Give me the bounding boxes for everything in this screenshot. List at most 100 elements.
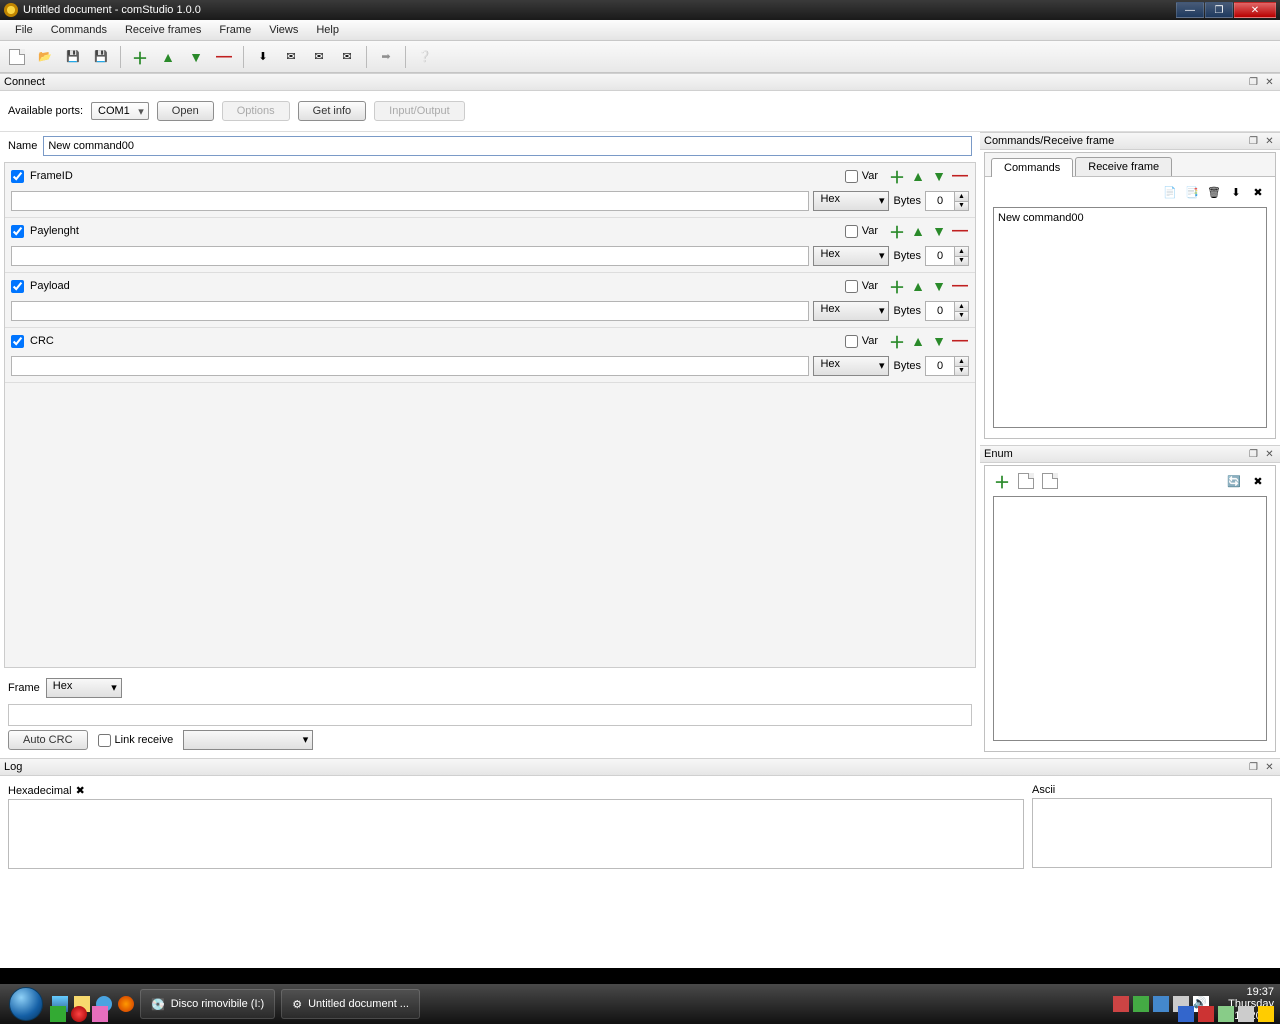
taskbar-item-comstudio[interactable]: ⚙ Untitled document ...	[281, 989, 420, 1019]
name-input[interactable]	[43, 136, 972, 156]
tray-extra-icon[interactable]	[1238, 1006, 1254, 1022]
ql-icon[interactable]	[92, 1006, 108, 1022]
tray-extra-icon[interactable]	[1198, 1006, 1214, 1022]
list-item[interactable]: New command00	[998, 212, 1262, 224]
mail-out-icon[interactable]: ✉	[280, 46, 302, 68]
field-value-input[interactable]	[11, 356, 809, 376]
field-remove-icon[interactable]: —	[951, 222, 969, 240]
ql-icon[interactable]	[71, 1006, 87, 1022]
panel-close-icon[interactable]: ✕	[1263, 448, 1276, 461]
menu-frame[interactable]: Frame	[210, 22, 260, 38]
bytes-spinner[interactable]: ▲▼	[925, 191, 969, 211]
enum-refresh-icon[interactable]: 🔄	[1225, 472, 1243, 490]
enum-remove-icon[interactable]: ✖	[1249, 472, 1267, 490]
field-value-input[interactable]	[11, 191, 809, 211]
bytes-spinner[interactable]: ▲▼	[925, 246, 969, 266]
port-select[interactable]: COM1	[91, 102, 149, 120]
getinfo-button[interactable]: Get info	[298, 101, 367, 121]
field-remove-icon[interactable]: —	[951, 277, 969, 295]
save-as-icon[interactable]: 💾	[90, 46, 112, 68]
cmd-down-icon[interactable]: ⬇	[1227, 183, 1245, 201]
spin-down-icon[interactable]: ▼	[954, 367, 968, 376]
menu-receive-frames[interactable]: Receive frames	[116, 22, 210, 38]
panel-close-icon[interactable]: ✕	[1263, 76, 1276, 89]
field-format-select[interactable]: Hex	[813, 356, 889, 376]
field-enable-checkbox[interactable]	[11, 335, 24, 348]
field-enable-checkbox[interactable]	[11, 280, 24, 293]
enum-list[interactable]	[993, 496, 1267, 741]
ql-icon[interactable]	[50, 1006, 66, 1022]
forward-icon[interactable]: ➡	[375, 46, 397, 68]
menu-views[interactable]: Views	[260, 22, 307, 38]
enum-add-icon[interactable]: ＋	[993, 472, 1011, 490]
taskbar-item-disco[interactable]: 💽 Disco rimovibile (I:)	[140, 989, 275, 1019]
cmd-add-icon[interactable]: 📄	[1161, 183, 1179, 201]
bytes-spinner[interactable]: ▲▼	[925, 301, 969, 321]
hex-clear-icon[interactable]: ✖	[76, 784, 85, 797]
field-format-select[interactable]: Hex	[813, 246, 889, 266]
spin-down-icon[interactable]: ▼	[954, 257, 968, 266]
spin-up-icon[interactable]: ▲	[954, 192, 968, 202]
field-add-icon[interactable]: ＋	[888, 222, 906, 240]
open-doc-icon[interactable]: 📂	[34, 46, 56, 68]
commands-list[interactable]: New command00	[993, 207, 1267, 428]
field-down-icon[interactable]: ▼	[930, 167, 948, 185]
up-icon[interactable]: ▲	[157, 46, 179, 68]
field-down-icon[interactable]: ▼	[930, 332, 948, 350]
menu-help[interactable]: Help	[307, 22, 348, 38]
spin-up-icon[interactable]: ▲	[954, 302, 968, 312]
field-remove-icon[interactable]: —	[951, 332, 969, 350]
panel-close-icon[interactable]: ✕	[1263, 135, 1276, 148]
tray-extra-icon[interactable]	[1258, 1006, 1274, 1022]
tab-commands[interactable]: Commands	[991, 158, 1073, 177]
field-up-icon[interactable]: ▲	[909, 222, 927, 240]
tray-extra-icon[interactable]	[1218, 1006, 1234, 1022]
field-enable-checkbox[interactable]	[11, 225, 24, 238]
var-checkbox[interactable]	[845, 225, 858, 238]
field-up-icon[interactable]: ▲	[909, 332, 927, 350]
link-receive-select[interactable]	[183, 730, 313, 750]
hex-output[interactable]	[8, 799, 1024, 869]
ascii-output[interactable]	[1032, 798, 1272, 868]
link-receive-checkbox[interactable]: Link receive	[98, 734, 174, 747]
menu-commands[interactable]: Commands	[42, 22, 116, 38]
var-checkbox[interactable]	[845, 335, 858, 348]
menu-file[interactable]: File	[6, 22, 42, 38]
spin-down-icon[interactable]: ▼	[954, 312, 968, 321]
enum-doc-icon[interactable]	[1017, 472, 1035, 490]
cmd-remove-icon[interactable]: ✖	[1249, 183, 1267, 201]
panel-undock-icon[interactable]: ❐	[1247, 76, 1260, 89]
mail-in-icon[interactable]: ✉	[308, 46, 330, 68]
frame-format-select[interactable]: Hex	[46, 678, 122, 698]
field-value-input[interactable]	[11, 301, 809, 321]
minimize-button[interactable]: —	[1176, 2, 1204, 18]
field-down-icon[interactable]: ▼	[930, 277, 948, 295]
field-remove-icon[interactable]: —	[951, 167, 969, 185]
field-add-icon[interactable]: ＋	[888, 167, 906, 185]
var-checkbox[interactable]	[845, 170, 858, 183]
send-down-icon[interactable]: ⬇	[252, 46, 274, 68]
tab-receive-frame[interactable]: Receive frame	[1075, 157, 1172, 176]
save-icon[interactable]: 💾	[62, 46, 84, 68]
spin-down-icon[interactable]: ▼	[954, 202, 968, 211]
spin-up-icon[interactable]: ▲	[954, 247, 968, 257]
field-down-icon[interactable]: ▼	[930, 222, 948, 240]
panel-undock-icon[interactable]: ❐	[1247, 135, 1260, 148]
field-format-select[interactable]: Hex	[813, 301, 889, 321]
spin-up-icon[interactable]: ▲	[954, 357, 968, 367]
tray-extra-icon[interactable]	[1178, 1006, 1194, 1022]
field-value-input[interactable]	[11, 246, 809, 266]
var-checkbox[interactable]	[845, 280, 858, 293]
help-icon[interactable]: ❔	[414, 46, 436, 68]
close-button[interactable]: ✕	[1234, 2, 1276, 18]
maximize-button[interactable]: ❐	[1205, 2, 1233, 18]
taskbar-firefox-icon[interactable]	[118, 996, 134, 1012]
field-add-icon[interactable]: ＋	[888, 277, 906, 295]
panel-close-icon[interactable]: ✕	[1263, 761, 1276, 774]
open-button[interactable]: Open	[157, 101, 214, 121]
add-icon[interactable]: ＋	[129, 46, 151, 68]
enum-del-doc-icon[interactable]	[1041, 472, 1059, 490]
bytes-spinner[interactable]: ▲▼	[925, 356, 969, 376]
new-doc-icon[interactable]	[6, 46, 28, 68]
field-add-icon[interactable]: ＋	[888, 332, 906, 350]
